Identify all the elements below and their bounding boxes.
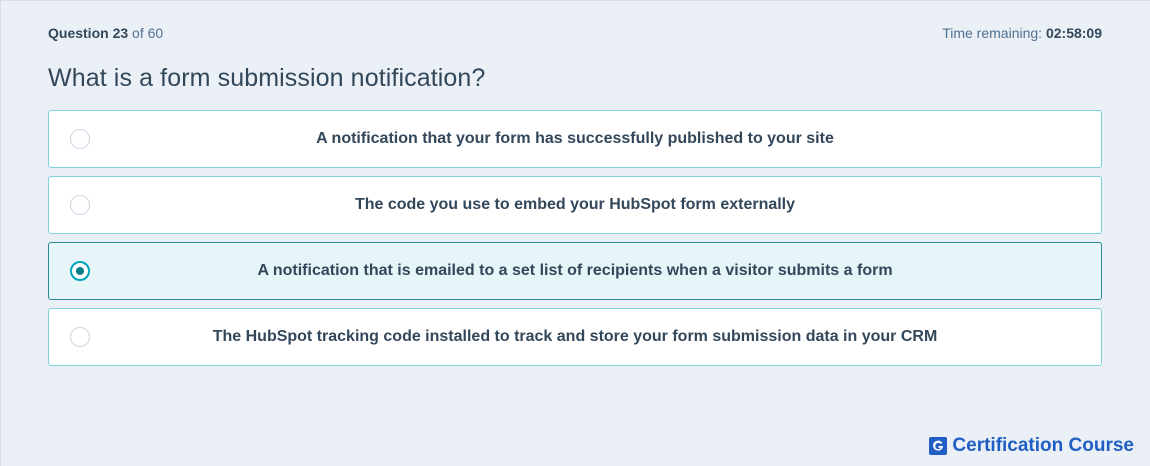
answer-option-1[interactable]: A notification that your form has succes… bbox=[48, 110, 1102, 168]
answer-option-4[interactable]: The HubSpot tracking code installed to t… bbox=[48, 308, 1102, 366]
question-total: of 60 bbox=[132, 25, 164, 41]
answer-option-label: The code you use to embed your HubSpot f… bbox=[354, 196, 796, 213]
answer-option-3[interactable]: A notification that is emailed to a set … bbox=[48, 242, 1102, 300]
radio-button[interactable] bbox=[70, 327, 90, 347]
radio-button[interactable] bbox=[70, 129, 90, 149]
radio-button[interactable] bbox=[70, 261, 90, 281]
time-remaining: Time remaining: 02:58:09 bbox=[942, 25, 1102, 41]
brand-watermark: Certification Course bbox=[929, 435, 1134, 457]
brand-name: Certification Course bbox=[952, 435, 1134, 456]
answer-option-label: The HubSpot tracking code installed to t… bbox=[212, 328, 938, 345]
answer-option-2[interactable]: The code you use to embed your HubSpot f… bbox=[48, 176, 1102, 234]
question-prefix: Question bbox=[48, 25, 109, 41]
brand-logo-icon bbox=[929, 437, 948, 455]
radio-button[interactable] bbox=[70, 195, 90, 215]
time-value: 02:58:09 bbox=[1045, 25, 1102, 41]
answer-options: A notification that your form has succes… bbox=[48, 110, 1102, 374]
question-counter: Question 23 of 60 bbox=[48, 25, 163, 41]
radio-selected-dot bbox=[76, 267, 84, 275]
question-text: What is a form submission notification? bbox=[48, 64, 486, 92]
question-number: 23 bbox=[112, 25, 129, 41]
answer-option-label: A notification that your form has succes… bbox=[316, 130, 834, 147]
answer-option-label: A notification that is emailed to a set … bbox=[257, 262, 893, 279]
g-logo-glyph bbox=[933, 440, 944, 451]
time-label: Time remaining: bbox=[942, 25, 1043, 41]
quiz-header: Question 23 of 60 Time remaining: 02:58:… bbox=[48, 24, 1102, 42]
